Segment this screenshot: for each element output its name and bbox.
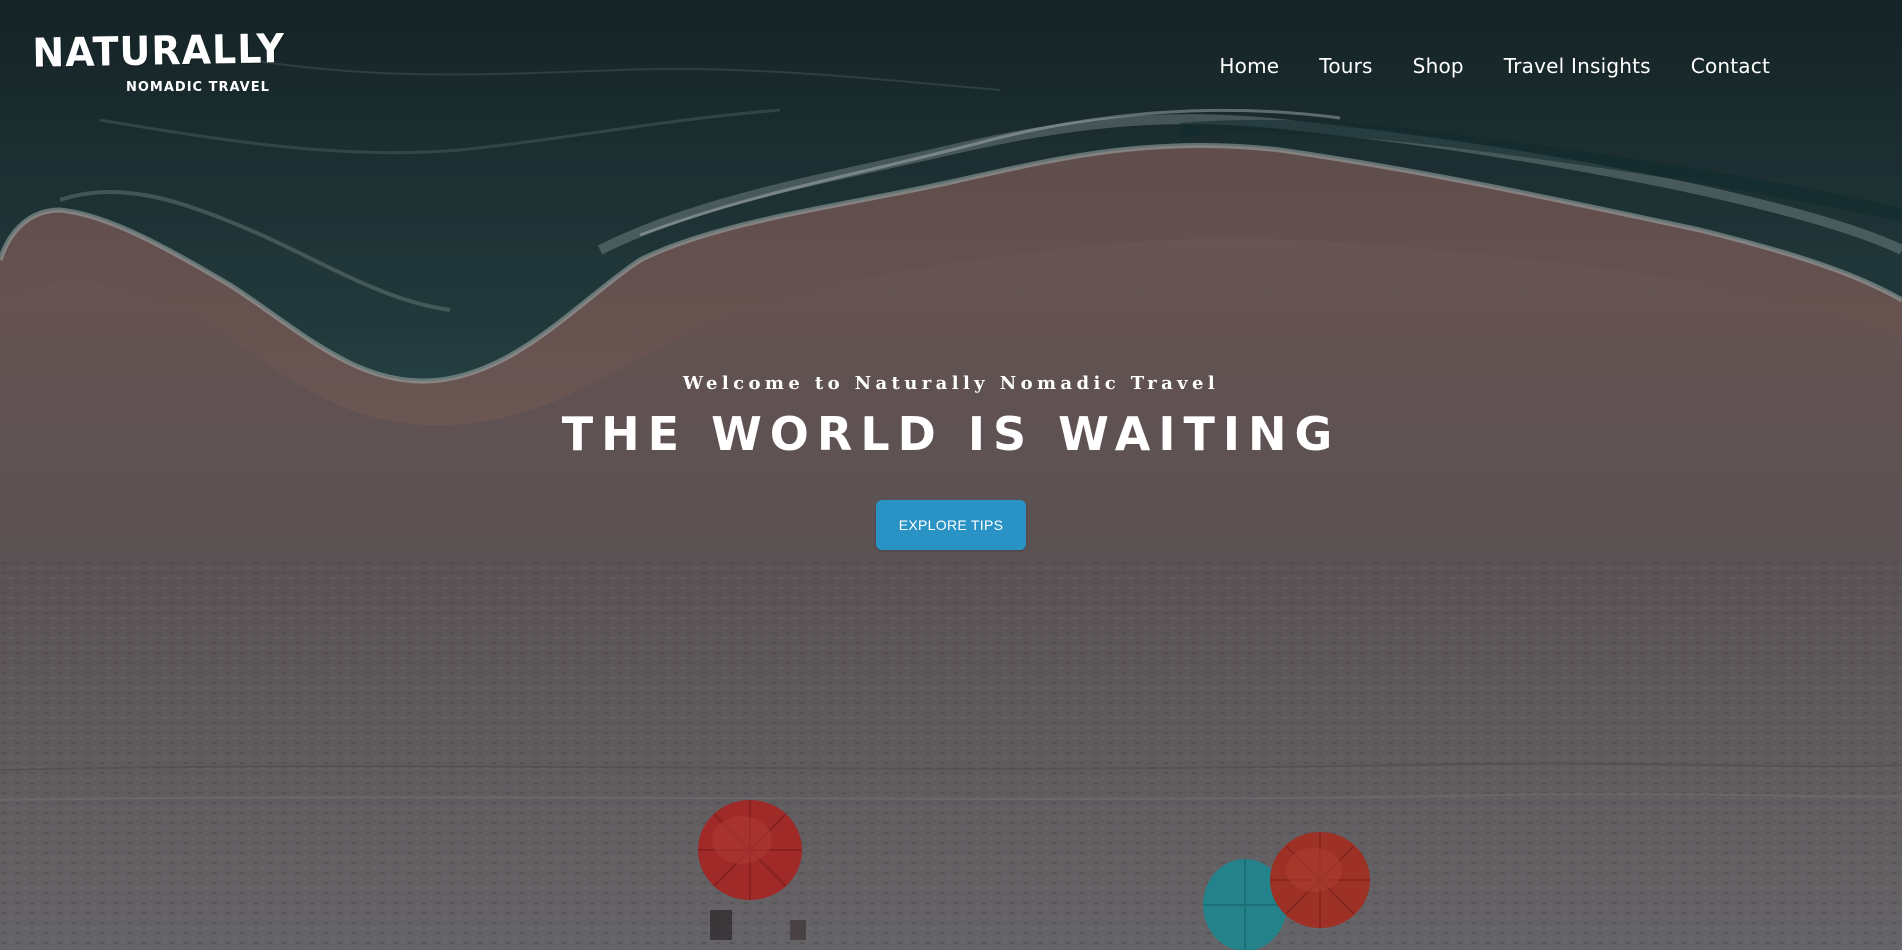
nav-item-travel-insights[interactable]: Travel Insights xyxy=(1504,54,1651,78)
main-nav: Home Tours Shop Travel Insights Contact xyxy=(1219,54,1770,78)
site-header: NATURALLY NOMADIC TRAVEL Home Tours Shop… xyxy=(0,0,1902,130)
hero-title: THE WORLD IS WAITING xyxy=(561,407,1341,461)
logo-subtitle: NOMADIC TRAVEL xyxy=(126,80,270,95)
nav-item-shop[interactable]: Shop xyxy=(1413,54,1464,78)
hero-content: Welcome to Naturally Nomadic Travel THE … xyxy=(0,370,1902,550)
nav-item-contact[interactable]: Contact xyxy=(1691,54,1770,78)
hero-tagline: Welcome to Naturally Nomadic Travel xyxy=(682,373,1220,394)
nav-item-home[interactable]: Home xyxy=(1219,54,1279,78)
site-logo[interactable]: NATURALLY NOMADIC TRAVEL xyxy=(32,25,285,100)
logo-wordmark: NATURALLY xyxy=(32,25,286,77)
explore-tips-button[interactable]: EXPLORE TIPS xyxy=(876,500,1026,550)
nav-item-tours[interactable]: Tours xyxy=(1319,54,1372,78)
